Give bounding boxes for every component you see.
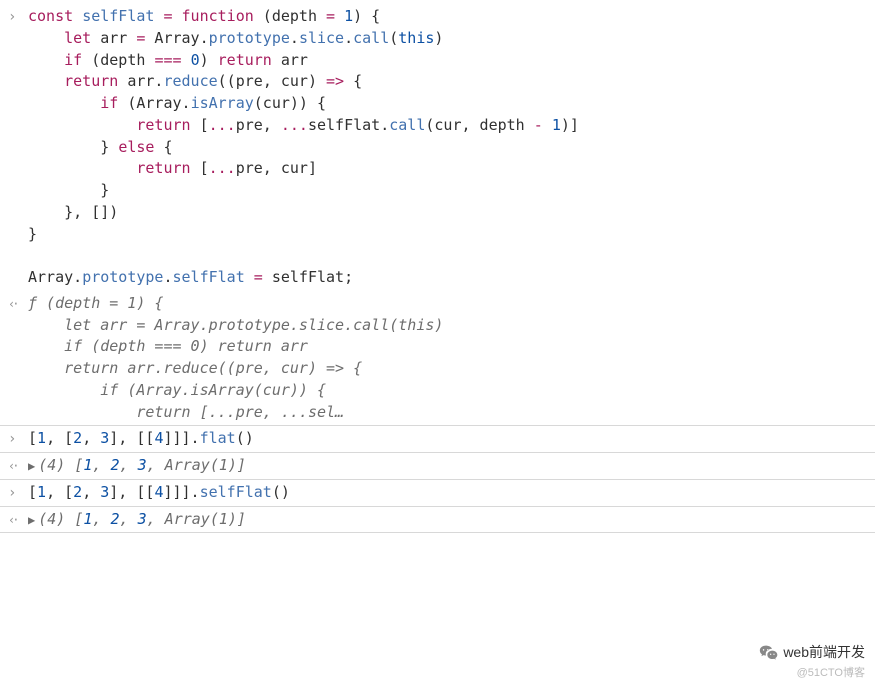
input-marker-icon — [8, 6, 28, 289]
console-input-code[interactable]: [1, [2, 3], [[4]]].selfFlat() — [28, 482, 867, 504]
input-marker-icon — [8, 482, 28, 504]
output-marker-icon — [8, 293, 28, 424]
expand-triangle-icon[interactable]: ▶ — [28, 512, 35, 529]
console-output-value: ▶(4) [1, 2, 3, Array(1)] — [28, 455, 867, 477]
input-marker-icon — [8, 428, 28, 450]
console-entry-1[interactable]: ƒ (depth = 1) { let arr = Array.prototyp… — [0, 291, 875, 427]
output-marker-icon — [8, 455, 28, 477]
console-entry-5[interactable]: ▶(4) [1, 2, 3, Array(1)] — [0, 507, 875, 534]
console-entry-3[interactable]: ▶(4) [1, 2, 3, Array(1)] — [0, 453, 875, 480]
console-input-code[interactable]: [1, [2, 3], [[4]]].flat() — [28, 428, 867, 450]
wechat-icon — [759, 644, 779, 660]
console-entry-0[interactable]: const selfFlat = function (depth = 1) { … — [0, 4, 875, 291]
watermark-main: web前端开发 — [759, 642, 865, 662]
expand-triangle-icon[interactable]: ▶ — [28, 458, 35, 475]
watermark: web前端开发 @51CTO博客 — [759, 642, 865, 682]
console-output-value: ▶(4) [1, 2, 3, Array(1)] — [28, 509, 867, 531]
console-entry-4[interactable]: [1, [2, 3], [[4]]].selfFlat() — [0, 480, 875, 507]
console-output-value: ƒ (depth = 1) { let arr = Array.prototyp… — [28, 293, 867, 424]
output-marker-icon — [8, 509, 28, 531]
console-entry-2[interactable]: [1, [2, 3], [[4]]].flat() — [0, 426, 875, 453]
watermark-text: web前端开发 — [783, 642, 865, 662]
console-input-code[interactable]: const selfFlat = function (depth = 1) { … — [28, 6, 867, 289]
watermark-sub: @51CTO博客 — [759, 666, 865, 682]
console-panel: const selfFlat = function (depth = 1) { … — [0, 0, 875, 537]
